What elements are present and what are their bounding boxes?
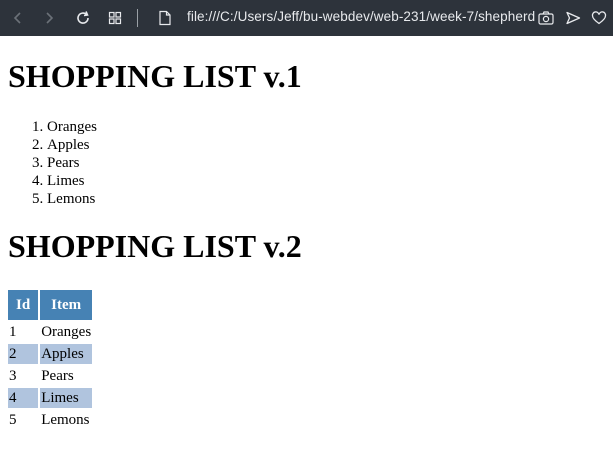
- camera-icon[interactable]: [535, 7, 557, 29]
- cell-item: Limes: [40, 388, 93, 408]
- list-item: Pears: [47, 154, 97, 172]
- list-item: Apples: [47, 136, 97, 154]
- toolbar-separator: [137, 9, 138, 27]
- table-row: 3 Pears: [8, 366, 92, 386]
- cell-id: 5: [9, 411, 17, 428]
- table-header-row: Id Item: [8, 290, 93, 320]
- address-bar[interactable]: file:///C:/Users/Jeff/bu-webdev/web-231/…: [187, 9, 535, 24]
- forward-icon[interactable]: [38, 7, 60, 29]
- table-row: 2 Apples: [8, 344, 93, 364]
- back-icon[interactable]: [7, 7, 29, 29]
- table-row: 1 Oranges: [8, 322, 92, 342]
- cell-item: Apples: [40, 344, 93, 364]
- table-row: 4 Limes: [8, 388, 93, 408]
- heart-icon[interactable]: [588, 7, 610, 29]
- page-title-v2: SHOPPING LIST v.2: [8, 228, 302, 264]
- cell-id: 2: [8, 344, 39, 364]
- list-item: Lemons: [47, 190, 97, 208]
- table-row: 5 Lemons: [8, 410, 92, 430]
- shopping-list-v1: Oranges Apples Pears Limes Lemons: [8, 118, 97, 208]
- cell-id: 4: [8, 388, 39, 408]
- cell-item: Pears: [41, 367, 74, 384]
- apps-icon[interactable]: [104, 7, 126, 29]
- page-icon[interactable]: [154, 7, 176, 29]
- list-item: Limes: [47, 172, 97, 190]
- cell-item: Lemons: [41, 411, 90, 428]
- cell-id: 1: [9, 323, 17, 340]
- cell-item: Oranges: [41, 323, 92, 340]
- reload-icon[interactable]: [72, 7, 94, 29]
- column-header-id: Id: [8, 290, 39, 320]
- list-item: Oranges: [47, 118, 97, 136]
- shopping-table-v2: Id Item 1 Oranges 2 Apples 3 Pears 4 Lim…: [6, 288, 94, 432]
- browser-toolbar: file:///C:/Users/Jeff/bu-webdev/web-231/…: [0, 0, 613, 36]
- column-header-item: Item: [40, 290, 93, 320]
- cell-id: 3: [9, 367, 17, 384]
- send-icon[interactable]: [562, 7, 584, 29]
- page-title-v1: SHOPPING LIST v.1: [8, 58, 302, 94]
